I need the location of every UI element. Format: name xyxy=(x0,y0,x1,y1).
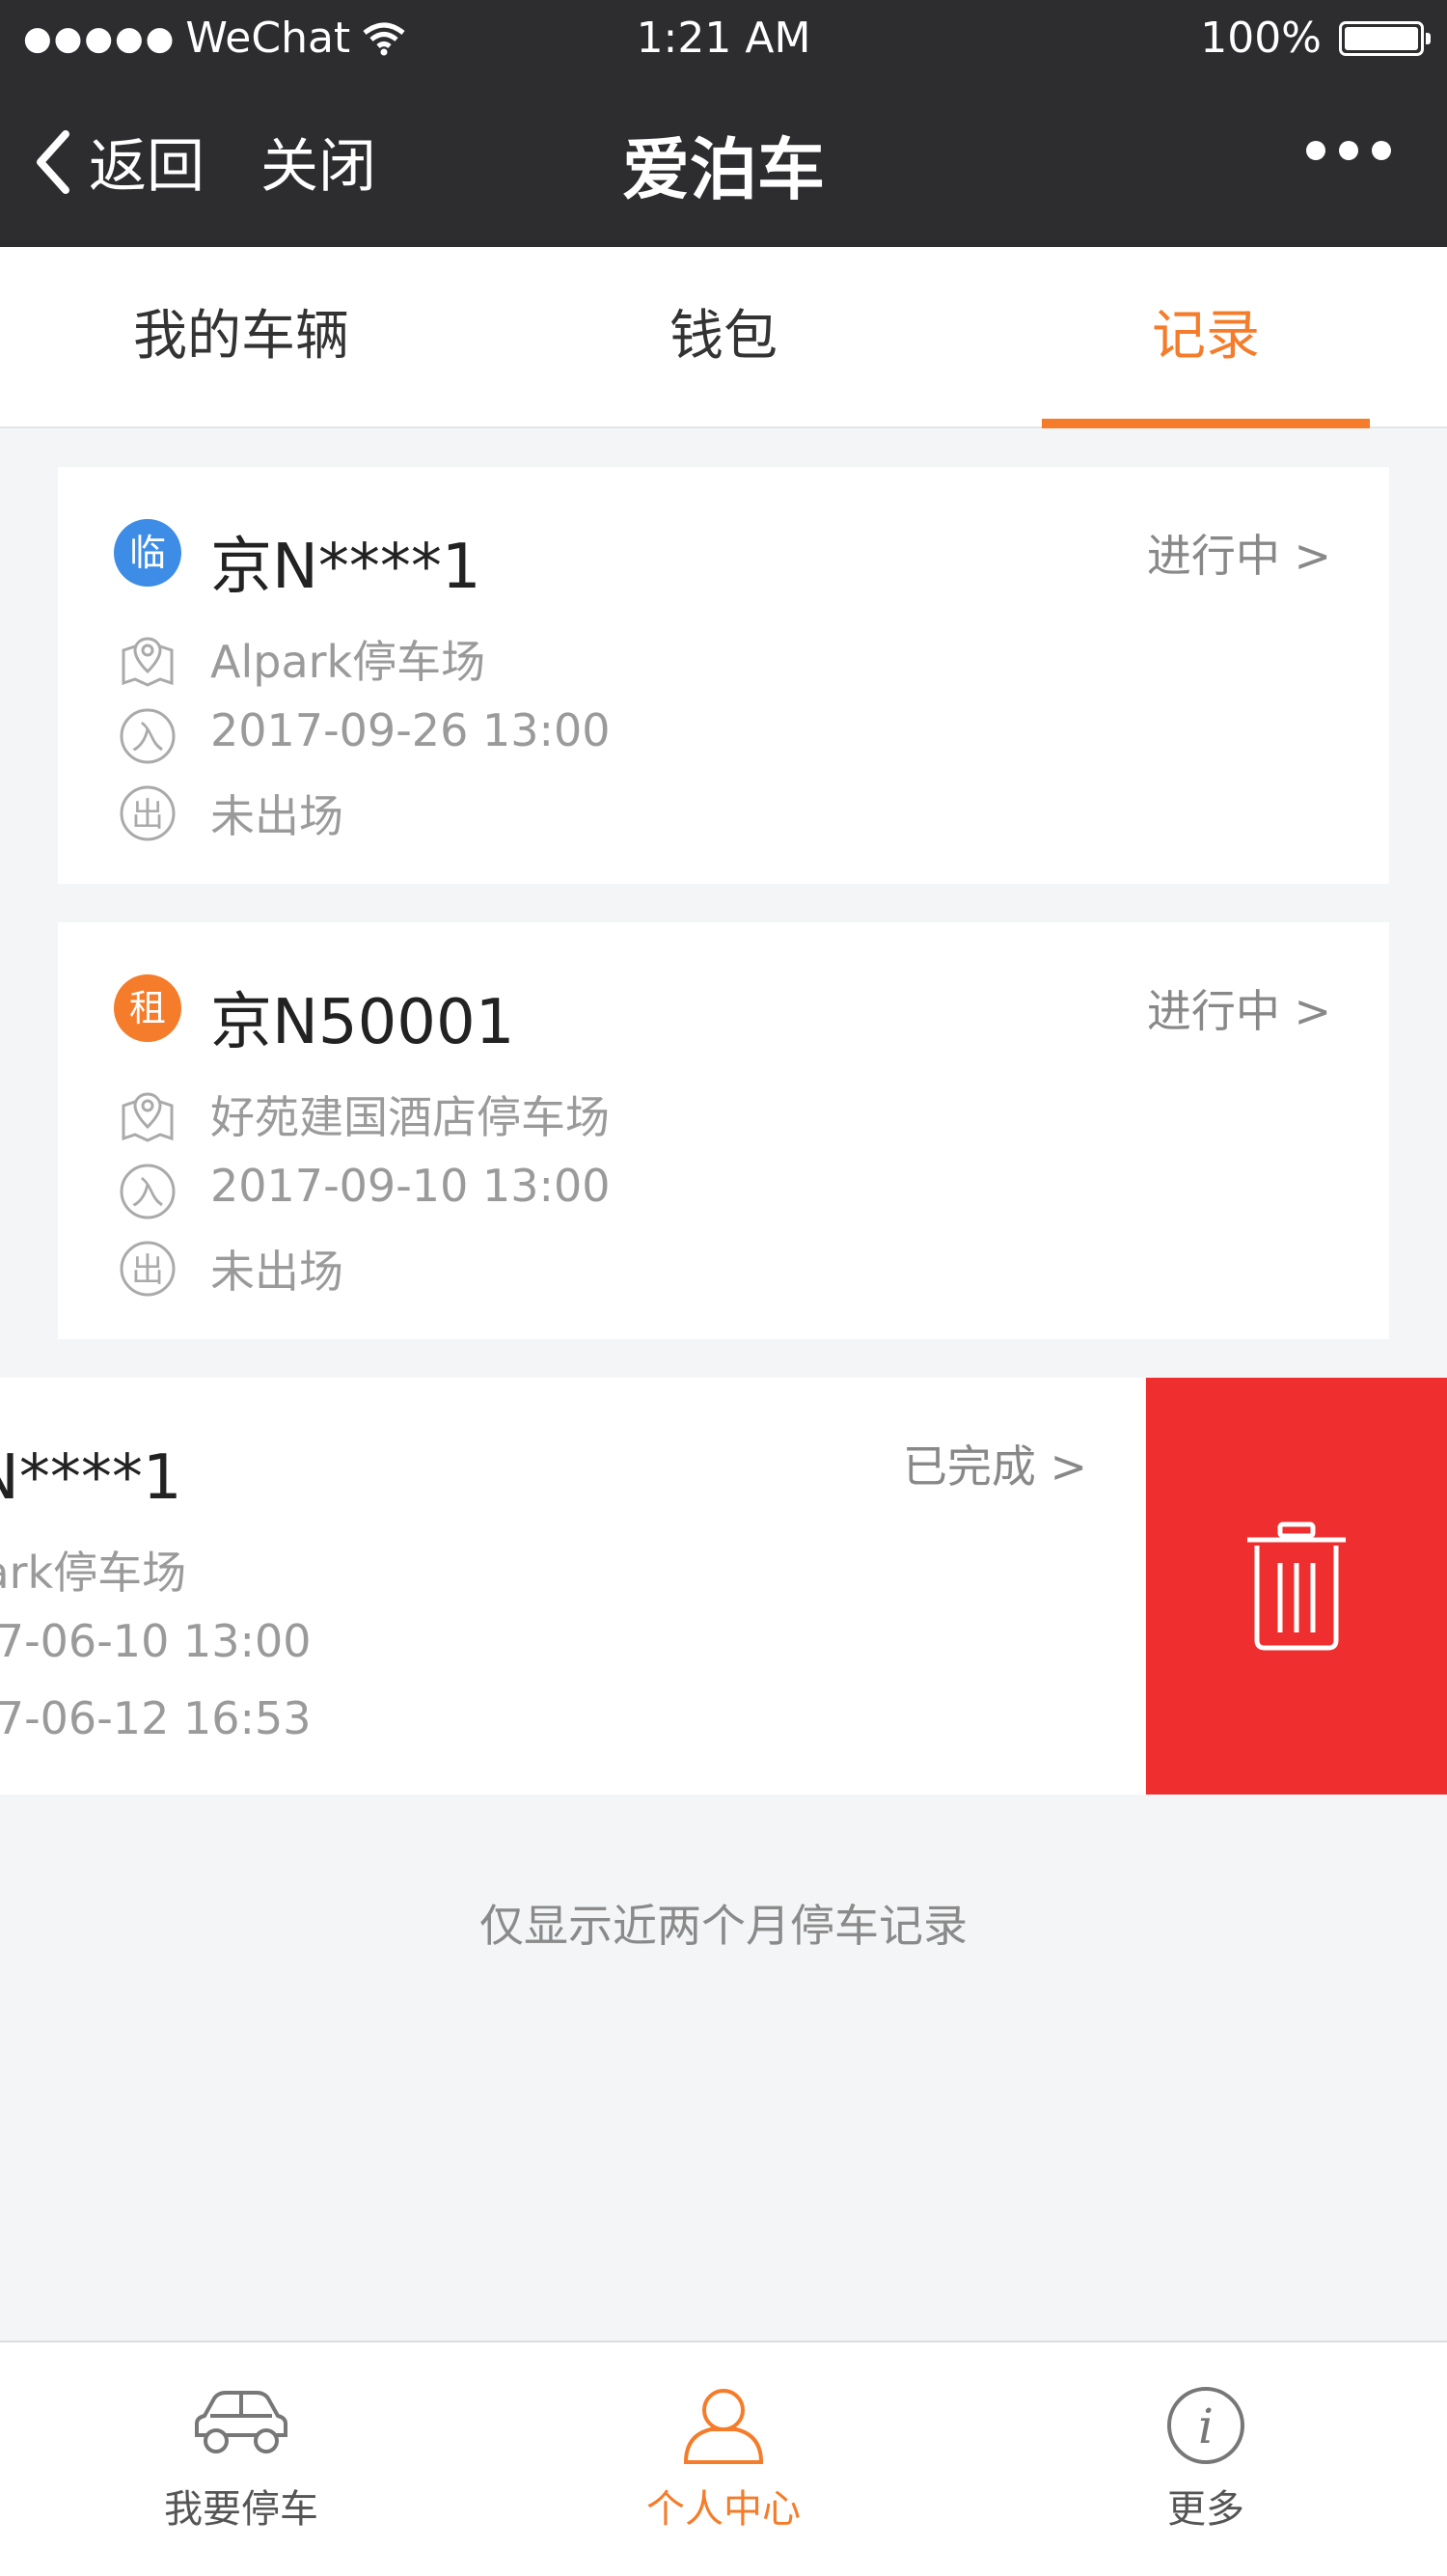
rental-badge: 租 xyxy=(114,974,181,1042)
page-title: 爱泊车 xyxy=(622,130,825,209)
tab-bar-top: 我的车辆 钱包 记录 xyxy=(0,247,1447,428)
parking-lot-name: Alpark停车场 xyxy=(0,1547,187,1599)
svg-text:入: 入 xyxy=(131,719,164,757)
trash-icon xyxy=(1247,1521,1346,1651)
entry-icon: 入 xyxy=(120,1164,176,1219)
plate-number: 京N****1 xyxy=(210,532,481,603)
record-status[interactable]: 进行中 > xyxy=(1147,521,1331,585)
exit-time: 2017-06-12 16:53 xyxy=(0,1692,312,1744)
entry-icon: 入 xyxy=(120,708,176,764)
swipe-row[interactable]: 京N****1 已完成 > Alpark停车场 2017-06-10 13:00… xyxy=(0,1378,1447,1795)
svg-text:i: i xyxy=(1198,2398,1214,2454)
record-status[interactable]: 进行中 > xyxy=(1147,976,1331,1040)
entry-time: 2017-09-26 13:00 xyxy=(210,704,611,756)
svg-text:出: 出 xyxy=(131,796,164,835)
tab-my-vehicles[interactable]: 我的车辆 xyxy=(0,247,482,426)
record-card[interactable]: 临 京N****1 进行中 > Alpark停车场 入 2017-09-26 1… xyxy=(58,467,1389,884)
exit-time: 未出场 xyxy=(210,790,343,842)
map-pin-icon xyxy=(122,637,174,687)
nav-bar: 返回 关闭 爱泊车 xyxy=(0,81,1447,247)
exit-time: 未出场 xyxy=(210,1246,343,1298)
record-card[interactable]: 租 京N50001 进行中 > 好苑建国酒店停车场 入 2017-09-10 1… xyxy=(58,922,1389,1339)
car-icon xyxy=(195,2391,287,2453)
temporary-badge: 临 xyxy=(114,519,181,587)
tab-label: 我的车辆 xyxy=(133,305,349,368)
exit-icon: 出 xyxy=(120,1241,176,1297)
bottom-tab-bar: 我要停车 个人中心 i 更多 xyxy=(0,2341,1447,2576)
records-range-note: 仅显示近两个月停车记录 xyxy=(479,1900,968,1952)
tab-profile[interactable]: 个人中心 xyxy=(482,2343,965,2576)
delete-button[interactable] xyxy=(1146,1378,1447,1795)
tab-park[interactable]: 我要停车 xyxy=(0,2343,482,2576)
info-icon: i xyxy=(1167,2387,1244,2464)
status-bar: ●●●●● WeChat 1:21 AM 100% xyxy=(0,0,1447,81)
record-card[interactable]: 京N****1 已完成 > Alpark停车场 2017-06-10 13:00… xyxy=(0,1378,1145,1795)
tab-records[interactable]: 记录 xyxy=(965,247,1447,428)
svg-text:出: 出 xyxy=(131,1251,164,1290)
entry-time: 2017-09-10 13:00 xyxy=(210,1160,611,1212)
tab-more[interactable]: i 更多 xyxy=(965,2343,1447,2576)
tab-label: 个人中心 xyxy=(646,2487,801,2532)
tab-label: 钱包 xyxy=(669,305,778,368)
battery-percent: 100% xyxy=(1200,14,1322,63)
person-icon xyxy=(683,2389,764,2464)
status-right: 100% xyxy=(1200,14,1431,63)
tab-label: 更多 xyxy=(1167,2487,1244,2532)
plate-number: 京N****1 xyxy=(0,1442,182,1514)
parking-lot-name: Alpark停车场 xyxy=(210,636,486,688)
svg-text:入: 入 xyxy=(131,1174,164,1213)
tab-label: 我要停车 xyxy=(164,2487,318,2532)
active-tab-indicator xyxy=(1042,419,1370,428)
entry-time: 2017-06-10 13:00 xyxy=(0,1615,312,1667)
battery-icon xyxy=(1339,20,1431,56)
tab-wallet[interactable]: 钱包 xyxy=(482,247,965,426)
plate-number: 京N50001 xyxy=(210,987,515,1058)
more-icon[interactable] xyxy=(1304,139,1393,162)
tab-label: 记录 xyxy=(1152,305,1260,368)
map-pin-icon xyxy=(122,1092,174,1142)
record-status[interactable]: 已完成 > xyxy=(903,1432,1087,1495)
parking-lot-name: 好苑建国酒店停车场 xyxy=(210,1091,610,1143)
exit-icon: 出 xyxy=(120,785,176,841)
